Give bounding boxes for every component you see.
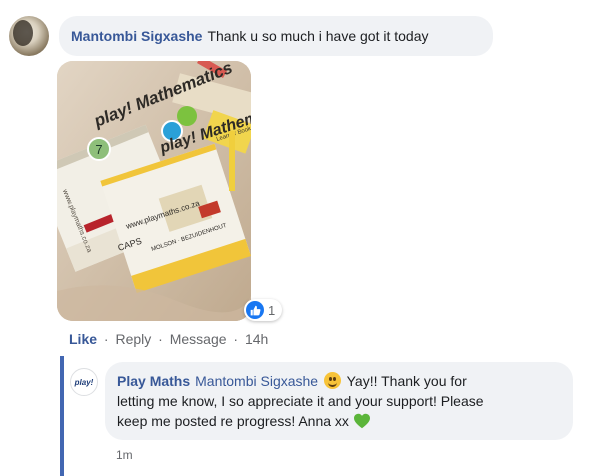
- reaction-summary[interactable]: 1: [244, 299, 282, 321]
- action-separator: ·: [233, 331, 239, 347]
- tagged-user[interactable]: Mantombi Sigxashe: [195, 373, 318, 389]
- reply-text-line1: Yay!! Thank you for: [346, 373, 467, 389]
- comment-bubble: Mantombi Sigxashe Thank u so much i have…: [59, 16, 493, 56]
- action-separator: ·: [103, 331, 109, 347]
- reply-link[interactable]: Reply: [115, 331, 151, 347]
- book1-grade: 7: [95, 142, 102, 157]
- thumbs-up-icon: [246, 301, 264, 319]
- reply-timestamp[interactable]: 1m: [116, 448, 133, 462]
- comment-timestamp[interactable]: 14h: [245, 331, 268, 347]
- comment-photo[interactable]: 7 play! Mathematics www.playmaths.co.za …: [57, 61, 251, 321]
- green-heart-icon: [353, 413, 370, 429]
- reply-text-line2: letting me know, I so appreciate it and …: [117, 393, 484, 409]
- page-avatar[interactable]: play!: [70, 368, 98, 396]
- reply-bubble: Play Maths Mantombi Sigxashe Yay!! Thank …: [105, 362, 573, 440]
- commenter-avatar[interactable]: [9, 16, 49, 56]
- like-link[interactable]: Like: [69, 331, 97, 347]
- reply-author[interactable]: Play Maths: [117, 373, 190, 389]
- action-separator: ·: [158, 331, 163, 347]
- message-link[interactable]: Message: [170, 331, 227, 347]
- smiley-icon: [323, 372, 341, 389]
- comment-author[interactable]: Mantombi Sigxashe: [71, 28, 202, 44]
- reply-text-line3: keep me posted re progress! Anna xx: [117, 413, 349, 429]
- reaction-count: 1: [268, 302, 276, 318]
- comment-actions: Like · Reply · Message · 14h: [69, 331, 268, 347]
- thread-line: [60, 356, 64, 476]
- comment-text: Thank u so much i have got it today: [207, 28, 429, 44]
